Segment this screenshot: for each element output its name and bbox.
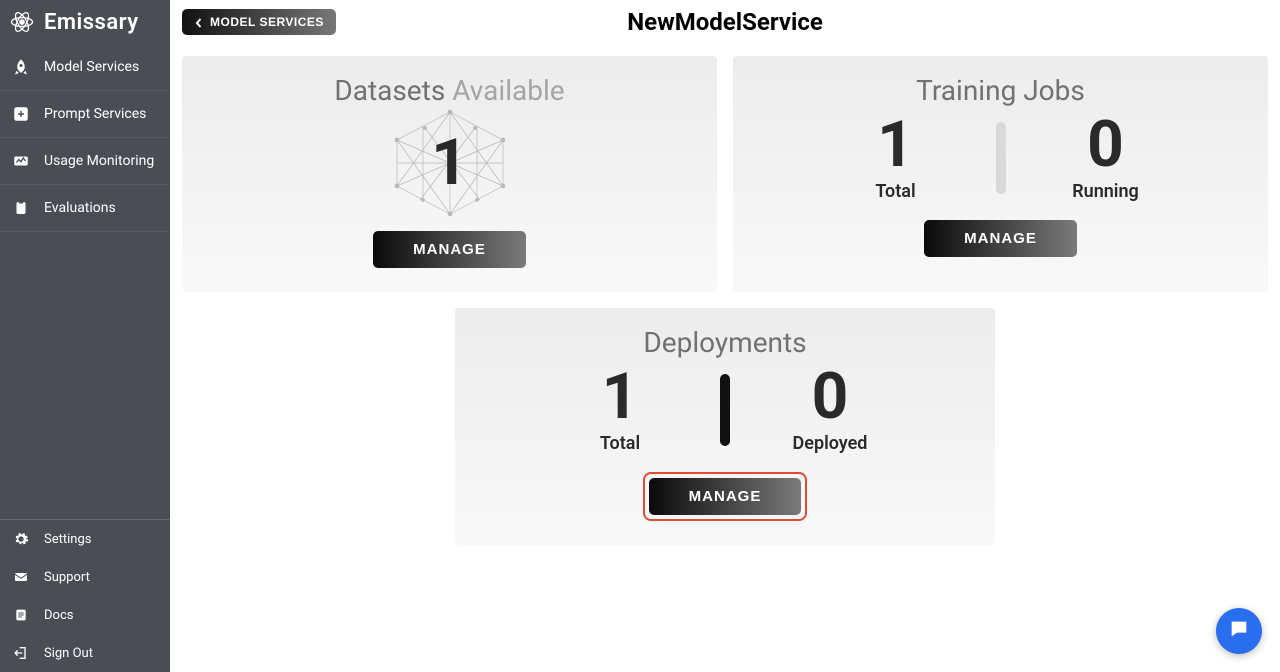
manage-datasets-button[interactable]: MANAGE: [373, 231, 526, 268]
sidebar-item-label: Support: [44, 570, 90, 585]
sidebar-item-docs[interactable]: Docs: [0, 596, 170, 634]
sidebar-item-label: Model Services: [44, 59, 139, 75]
card-deployments: Deployments 1 Total 0 Deployed MANAGE: [455, 308, 995, 545]
sidebar-item-evaluations[interactable]: Evaluations: [0, 185, 170, 232]
sidebar-item-label: Evaluations: [44, 200, 116, 216]
mail-icon: [12, 568, 30, 586]
datasets-count: 1: [431, 131, 468, 195]
sidebar-item-label: Usage Monitoring: [44, 153, 154, 169]
topbar: MODEL SERVICES NewModelService: [170, 0, 1280, 44]
divider-bar: [996, 122, 1006, 194]
divider-bar: [720, 374, 730, 446]
brand-row: Emissary: [0, 0, 170, 44]
card-title: Datasets Available: [202, 74, 697, 107]
dataset-visual: 1: [202, 113, 697, 213]
sidebar-primary: Model Services Prompt Services Usage Mon…: [0, 44, 170, 232]
card-datasets: Datasets Available 1: [182, 56, 717, 292]
signout-icon: [12, 644, 30, 662]
content: Datasets Available 1: [170, 44, 1280, 672]
training-running: 0 Running: [1046, 113, 1166, 202]
training-total-value: 1: [877, 113, 914, 177]
brand-name: Emissary: [44, 10, 139, 35]
deployments-stats: 1 Total 0 Deployed: [475, 365, 975, 454]
card-title: Deployments: [475, 326, 975, 359]
sidebar-item-label: Sign Out: [44, 646, 93, 661]
sidebar-item-label: Docs: [44, 608, 73, 623]
deployments-deployed-value: 0: [812, 365, 849, 429]
chat-fab[interactable]: [1216, 608, 1262, 654]
sidebar-item-prompt-services[interactable]: Prompt Services: [0, 91, 170, 138]
main: MODEL SERVICES NewModelService Datasets …: [170, 0, 1280, 672]
deployments-total-value: 1: [602, 365, 639, 429]
training-running-label: Running: [1072, 181, 1139, 202]
training-total-label: Total: [875, 181, 915, 202]
sidebar-item-label: Prompt Services: [44, 106, 146, 122]
deployments-total-label: Total: [600, 433, 640, 454]
clipboard-icon: [12, 199, 30, 217]
plus-box-icon: [12, 105, 30, 123]
card-title: Training Jobs: [753, 74, 1248, 107]
card-training-jobs: Training Jobs 1 Total 0 Running MANAGE: [733, 56, 1268, 292]
rocket-icon: [12, 58, 30, 76]
back-button-label: MODEL SERVICES: [210, 15, 324, 29]
sidebar-item-support[interactable]: Support: [0, 558, 170, 596]
deployments-total: 1 Total: [560, 365, 680, 454]
sidebar-secondary: Settings Support Docs Sign Out: [0, 520, 170, 672]
sidebar: Emissary Model Services Prompt Services …: [0, 0, 170, 672]
highlighted-action: MANAGE: [643, 472, 808, 521]
page-title: NewModelService: [627, 8, 823, 36]
chevron-left-icon: [194, 17, 204, 27]
chat-icon: [1228, 618, 1250, 644]
training-running-value: 0: [1087, 113, 1124, 177]
doc-icon: [12, 606, 30, 624]
sidebar-item-settings[interactable]: Settings: [0, 520, 170, 558]
deployments-deployed: 0 Deployed: [770, 365, 890, 454]
training-stats: 1 Total 0 Running: [753, 113, 1248, 202]
monitor-icon: [12, 152, 30, 170]
deployments-deployed-label: Deployed: [793, 433, 868, 454]
sidebar-item-usage-monitoring[interactable]: Usage Monitoring: [0, 138, 170, 185]
gear-icon: [12, 530, 30, 548]
manage-deployments-button[interactable]: MANAGE: [649, 478, 802, 515]
brand-logo-icon: [8, 8, 36, 36]
sidebar-item-label: Settings: [44, 532, 91, 547]
card-title-a: Datasets: [334, 74, 452, 107]
sidebar-item-model-services[interactable]: Model Services: [0, 44, 170, 91]
back-button[interactable]: MODEL SERVICES: [182, 9, 336, 35]
training-total: 1 Total: [836, 113, 956, 202]
sidebar-item-sign-out[interactable]: Sign Out: [0, 634, 170, 672]
manage-training-button[interactable]: MANAGE: [924, 220, 1077, 257]
card-title-b: Available: [452, 74, 564, 107]
